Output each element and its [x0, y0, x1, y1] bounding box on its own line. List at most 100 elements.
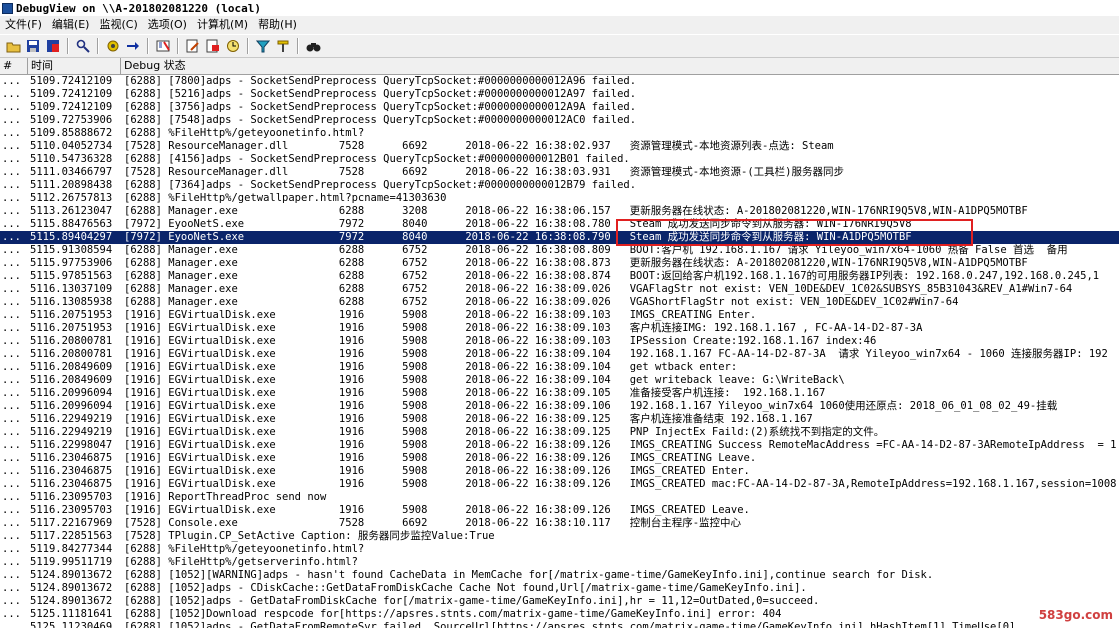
log-row[interactable]: ... 5110.54736328 [6288] [4156]adps - Sock…: [0, 153, 1119, 166]
log-row-time: 5112.26757813: [30, 192, 113, 204]
log-row[interactable]: ... 5116.23046875 [1916] EGVirtualDisk.exe…: [0, 452, 1119, 465]
log-row-marker: ...: [2, 335, 21, 347]
log-row-time: 5116.13037109: [30, 283, 113, 295]
log-row-marker: ...: [2, 582, 21, 594]
menu-item-1[interactable]: 编辑(E): [47, 16, 95, 34]
find-icon[interactable]: [75, 38, 91, 54]
log-row[interactable]: ... 5119.84277344 [6288] %FileHttp%/geteyo…: [0, 543, 1119, 556]
log-row[interactable]: ... 5115.89404297 [7972] EyooNetS.exe 7972…: [0, 231, 1119, 244]
log-row[interactable]: ... 5109.85888672 [6288] %FileHttp%/geteyo…: [0, 127, 1119, 140]
log-row-marker: ...: [2, 387, 21, 399]
log-row-time: 5119.99511719: [30, 556, 113, 568]
log-row-message: [1916] EGVirtualDisk.exe 1916 5908 2018-…: [124, 504, 750, 516]
log-row-marker: ...: [2, 426, 21, 438]
log-row-message: [6288] [7800]adps - SocketSendPreprocess…: [124, 75, 637, 87]
toolbar: [0, 34, 1119, 58]
log-row-marker: ...: [2, 608, 21, 620]
log-row[interactable]: ... 5115.88476563 [7972] EyooNetS.exe 7972…: [0, 218, 1119, 231]
menu-item-0[interactable]: 文件(F): [0, 16, 47, 34]
save-icon[interactable]: [25, 38, 41, 54]
toolbar-separator: [247, 38, 249, 54]
log-row[interactable]: ... 5124.89013672 [6288] [1052][WARNING]ad…: [0, 569, 1119, 582]
menu-bar: 文件(F) 编辑(E) 监视(C) 选项(O) 计算机(M) 帮助(H): [0, 16, 1119, 34]
clock-icon[interactable]: [225, 38, 241, 54]
open-folder-icon[interactable]: [5, 38, 21, 54]
highlight-icon[interactable]: [205, 38, 221, 54]
log-row[interactable]: ... 5116.23046875 [1916] EGVirtualDisk.exe…: [0, 478, 1119, 491]
log-row[interactable]: ... 5119.99511719 [6288] %FileHttp%/getser…: [0, 556, 1119, 569]
binoculars-icon[interactable]: [305, 38, 321, 54]
log-to-file-icon[interactable]: [45, 38, 61, 54]
autoscroll-icon[interactable]: [125, 38, 141, 54]
log-row[interactable]: ... 5115.97753906 [6288] Manager.exe 6288 …: [0, 257, 1119, 270]
log-row-message: [1916] EGVirtualDisk.exe 1916 5908 2018-…: [124, 439, 1117, 451]
log-list[interactable]: ... 5109.72412109 [6288] [7800]adps - Sock…: [0, 75, 1119, 628]
log-row[interactable]: ... 5109.72412109 [6288] [3756]adps - Sock…: [0, 101, 1119, 114]
menu-item-5[interactable]: 帮助(H): [253, 16, 302, 34]
menu-item-2[interactable]: 监视(C): [94, 16, 142, 34]
column-header-number[interactable]: #: [0, 58, 28, 74]
log-row-marker: ...: [2, 491, 21, 503]
log-row[interactable]: ... 5124.89013672 [6288] [1052]adps - GetD…: [0, 595, 1119, 608]
log-row[interactable]: ... 5117.22851563 [7528] TPlugin.CP_SetAct…: [0, 530, 1119, 543]
log-row[interactable]: ... 5116.22998047 [1916] EGVirtualDisk.exe…: [0, 439, 1119, 452]
log-row-time: 5116.23046875: [30, 478, 113, 490]
log-row-marker: ...: [2, 283, 21, 295]
history-depth-icon[interactable]: [275, 38, 291, 54]
log-row-message: [6288] [3756]adps - SocketSendPreprocess…: [124, 101, 637, 113]
log-row[interactable]: ... 5116.20849609 [1916] EGVirtualDisk.exe…: [0, 374, 1119, 387]
log-row[interactable]: ... 5113.26123047 [6288] Manager.exe 6288 …: [0, 205, 1119, 218]
window-titlebar: DebugView on \\A-201802081220 (local): [0, 0, 1119, 16]
log-row[interactable]: ... 5111.03466797 [7528] ResourceManager.d…: [0, 166, 1119, 179]
menu-item-4[interactable]: 计算机(M): [192, 16, 253, 34]
log-row-time: 5116.20751953: [30, 309, 113, 321]
log-row[interactable]: ... 5116.20800781 [1916] EGVirtualDisk.exe…: [0, 335, 1119, 348]
log-row[interactable]: ... 5115.91308594 [6288] Manager.exe 6288 …: [0, 244, 1119, 257]
log-row[interactable]: ... 5117.22167969 [7528] Console.exe 7528 …: [0, 517, 1119, 530]
log-row[interactable]: ... 5125.11230469 [6288] [1052]adps - GetD…: [0, 621, 1119, 628]
column-header-time[interactable]: 时间: [28, 58, 121, 74]
log-row-marker: ...: [2, 309, 21, 321]
log-row-marker: ...: [2, 348, 21, 360]
log-row-time: 5109.72412109: [30, 101, 113, 113]
filter-icon[interactable]: [255, 38, 271, 54]
log-row-marker: ...: [2, 231, 21, 243]
log-row-time: 5110.04052734: [30, 140, 113, 152]
log-row-time: 5109.72753906: [30, 114, 113, 126]
log-row[interactable]: ... 5116.23095703 [1916] ReportThreadProc …: [0, 491, 1119, 504]
log-row[interactable]: ... 5109.72412109 [6288] [5216]adps - Sock…: [0, 88, 1119, 101]
log-row[interactable]: ... 5116.23095703 [1916] EGVirtualDisk.exe…: [0, 504, 1119, 517]
log-row[interactable]: ... 5116.23046875 [1916] EGVirtualDisk.exe…: [0, 465, 1119, 478]
log-row[interactable]: ... 5116.20800781 [1916] EGVirtualDisk.exe…: [0, 348, 1119, 361]
log-row-marker: ...: [2, 257, 21, 269]
log-row[interactable]: ... 5116.20996094 [1916] EGVirtualDisk.exe…: [0, 400, 1119, 413]
log-row[interactable]: ... 5109.72412109 [6288] [7800]adps - Sock…: [0, 75, 1119, 88]
log-row-marker: ...: [2, 413, 21, 425]
clear-display-icon[interactable]: [155, 38, 171, 54]
log-row[interactable]: ... 5116.13037109 [6288] Manager.exe 6288 …: [0, 283, 1119, 296]
log-row[interactable]: ... 5116.20849609 [1916] EGVirtualDisk.exe…: [0, 361, 1119, 374]
menu-item-3[interactable]: 选项(O): [143, 16, 192, 34]
log-row[interactable]: ... 5111.20898438 [6288] [7364]adps - Sock…: [0, 179, 1119, 192]
log-row[interactable]: ... 5112.26757813 [6288] %FileHttp%/getwal…: [0, 192, 1119, 205]
log-row[interactable]: ... 5116.22949219 [1916] EGVirtualDisk.exe…: [0, 413, 1119, 426]
log-row-marker: ...: [2, 205, 21, 217]
log-row-marker: ...: [2, 114, 21, 126]
capture-icon[interactable]: [105, 38, 121, 54]
log-row-message: [6288] [1052]Download respcode for[https…: [124, 608, 782, 620]
edit-filter-icon[interactable]: [185, 38, 201, 54]
log-row-message: [6288] Manager.exe 6288 6752 2018-06-22 …: [124, 257, 1028, 269]
log-row[interactable]: ... 5109.72753906 [6288] [7548]adps - Sock…: [0, 114, 1119, 127]
log-row[interactable]: ... 5116.20996094 [1916] EGVirtualDisk.exe…: [0, 387, 1119, 400]
log-row[interactable]: ... 5116.13085938 [6288] Manager.exe 6288 …: [0, 296, 1119, 309]
log-row-time: 5117.22167969: [30, 517, 113, 529]
log-row[interactable]: ... 5115.97851563 [6288] Manager.exe 6288 …: [0, 270, 1119, 283]
log-row[interactable]: ... 5125.11181641 [6288] [1052]Download re…: [0, 608, 1119, 621]
log-row[interactable]: ... 5110.04052734 [7528] ResourceManager.d…: [0, 140, 1119, 153]
log-row-time: 5110.54736328: [30, 153, 113, 165]
column-header-debug-print[interactable]: Debug 状态: [121, 58, 1119, 74]
log-row[interactable]: ... 5116.20751953 [1916] EGVirtualDisk.exe…: [0, 309, 1119, 322]
log-row[interactable]: ... 5116.20751953 [1916] EGVirtualDisk.exe…: [0, 322, 1119, 335]
log-row[interactable]: ... 5124.89013672 [6288] [1052]adps - CDis…: [0, 582, 1119, 595]
log-row[interactable]: ... 5116.22949219 [1916] EGVirtualDisk.exe…: [0, 426, 1119, 439]
